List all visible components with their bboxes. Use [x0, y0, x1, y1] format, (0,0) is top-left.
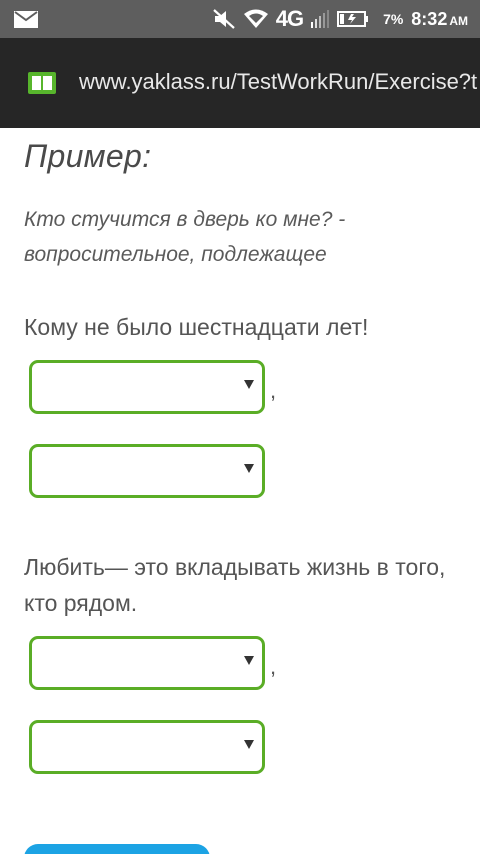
book-icon	[28, 72, 56, 94]
mail-icon	[14, 11, 38, 28]
dropdown-arrow-icon	[244, 656, 254, 665]
sentence-1: Кому не было шестнадцати лет!	[24, 314, 369, 340]
example-text: Кто стучится в дверь ко мне? - вопросите…	[24, 208, 346, 266]
comma-separator: ,	[270, 378, 277, 403]
answer-select-4[interactable]	[29, 720, 265, 774]
clock-ampm: AM	[449, 13, 468, 28]
example-heading: Пример:	[24, 138, 152, 174]
clock: 8:32 AM	[411, 9, 468, 30]
exercise-content: Пример: Кто стучится в дверь ко мне? - в…	[0, 128, 480, 854]
battery-percent: 7%	[383, 11, 404, 27]
answer-select-3[interactable]	[29, 636, 265, 690]
status-icons: 4G 7% 8:32 AM	[212, 0, 468, 38]
browser-url-bar[interactable]: www.yaklass.ru/TestWorkRun/Exercise?t	[0, 38, 480, 128]
network-type: 4G	[275, 6, 304, 31]
clock-time: 8:32	[411, 8, 448, 29]
dropdown-arrow-icon	[244, 464, 254, 473]
wifi-icon	[243, 9, 268, 28]
battery-icon	[337, 11, 369, 27]
url-text[interactable]: www.yaklass.ru/TestWorkRun/Exercise?t	[79, 69, 477, 95]
sentence-2: Любить— это вкладывать жизнь в того, кто…	[24, 554, 446, 616]
dropdown-arrow-icon	[244, 740, 254, 749]
signal-icon	[311, 10, 330, 28]
comma-separator: ,	[270, 654, 277, 679]
submit-button[interactable]	[24, 844, 210, 854]
status-bar: 4G 7% 8:32 AM	[0, 0, 480, 38]
dropdown-arrow-icon	[244, 380, 254, 389]
answer-select-1[interactable]	[29, 360, 265, 414]
mute-icon	[212, 9, 235, 29]
answer-select-2[interactable]	[29, 444, 265, 498]
